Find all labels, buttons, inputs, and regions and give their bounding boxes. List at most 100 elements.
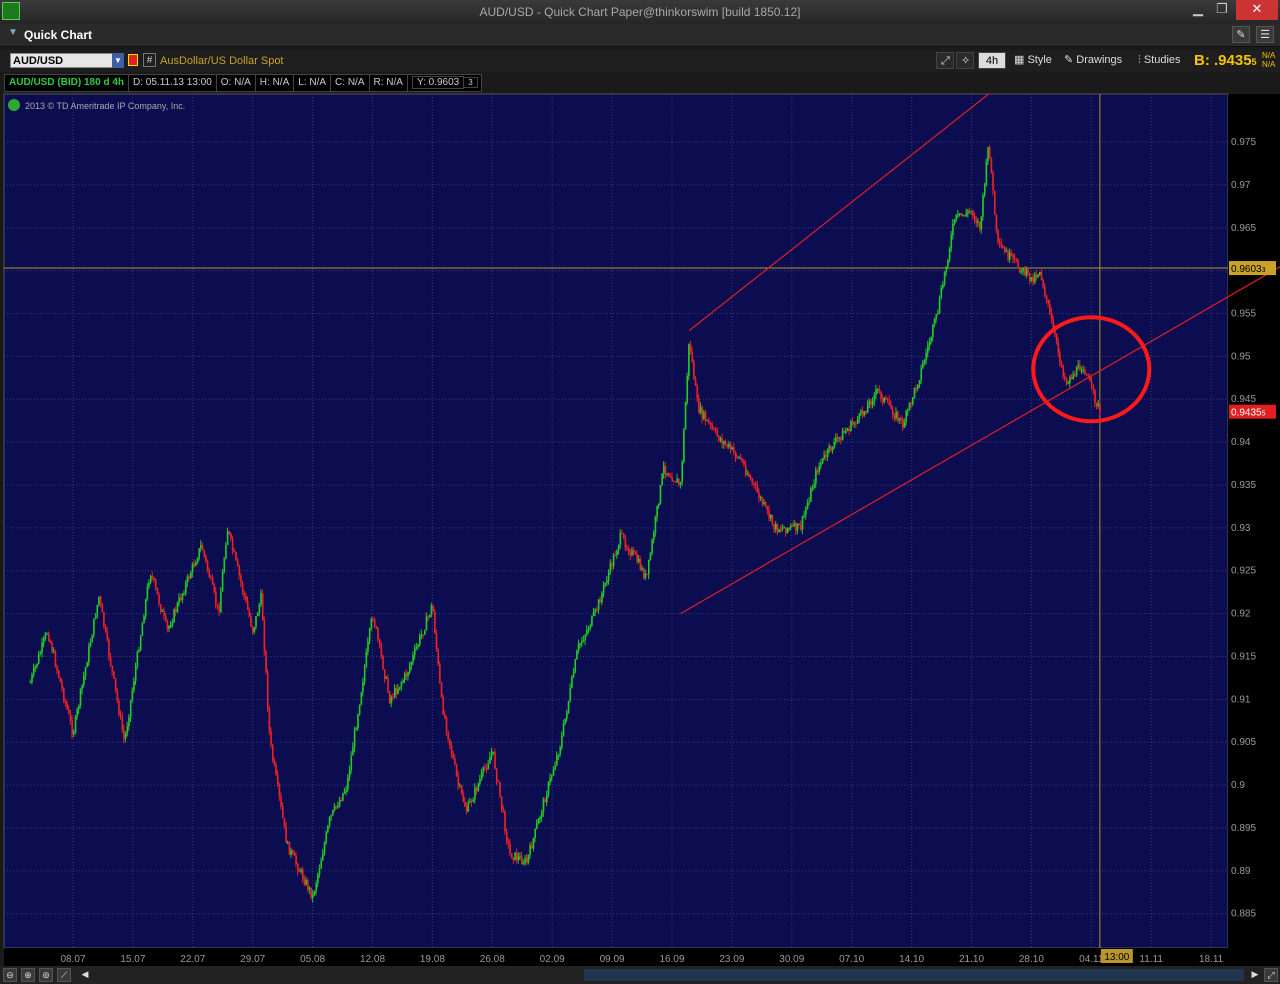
candle-body bbox=[507, 840, 510, 844]
panel-header: ▼ Quick Chart ✎ ☰ bbox=[0, 24, 1280, 47]
candle-body bbox=[78, 705, 80, 710]
candle-body bbox=[393, 687, 396, 698]
y-tick-label: 0.965 bbox=[1231, 223, 1256, 234]
candle-body bbox=[525, 857, 528, 863]
candle-body bbox=[220, 591, 222, 613]
candle-body bbox=[845, 430, 847, 433]
candle-body bbox=[310, 887, 312, 898]
candle-body bbox=[208, 569, 211, 578]
collapse-arrow-icon[interactable]: ▼ bbox=[8, 27, 18, 38]
candle-body bbox=[741, 459, 744, 462]
y-tick-label: 0.945 bbox=[1231, 394, 1256, 405]
candle-body bbox=[143, 616, 145, 624]
candle-body bbox=[532, 838, 535, 849]
candle-body bbox=[36, 663, 38, 667]
candle-body bbox=[188, 576, 190, 579]
candle-body bbox=[586, 629, 588, 635]
wrench-icon[interactable]: ✧ bbox=[956, 52, 974, 69]
y-tick-label: 0.905 bbox=[1231, 737, 1256, 748]
candle-body bbox=[935, 313, 938, 320]
expand-icon[interactable]: ⤢ bbox=[1264, 968, 1278, 982]
link-color-icon[interactable] bbox=[128, 54, 138, 66]
scroll-left-icon[interactable]: ◀ bbox=[78, 968, 92, 982]
candle-body bbox=[509, 843, 511, 854]
zoom-in-icon[interactable]: ⊕ bbox=[21, 968, 35, 982]
symbol-dropdown-icon[interactable]: ▼ bbox=[112, 53, 124, 68]
candle-body bbox=[629, 552, 632, 556]
candle-body bbox=[651, 540, 653, 554]
candle-body bbox=[360, 692, 363, 705]
candle-body bbox=[412, 654, 414, 663]
y-tick-label: 0.92 bbox=[1231, 609, 1251, 620]
candle-body bbox=[210, 577, 212, 579]
hash-icon[interactable]: # bbox=[143, 53, 156, 67]
price-chart[interactable]: 0.885 0.89 0.895 0.9 0.905 0.91 0.915 0.92 0.925… bbox=[0, 92, 1280, 966]
candle-body bbox=[54, 651, 57, 667]
candle-body bbox=[541, 812, 543, 817]
candle-body bbox=[850, 421, 852, 431]
candle-body bbox=[895, 411, 897, 419]
candle-body bbox=[243, 591, 246, 597]
candle-body bbox=[1079, 364, 1081, 372]
zoom-out-icon[interactable]: ⊖ bbox=[3, 968, 17, 982]
candle-body bbox=[1095, 402, 1098, 406]
candle-body bbox=[434, 611, 436, 633]
candle-body bbox=[587, 628, 590, 630]
candle-body bbox=[385, 677, 388, 679]
candle-body bbox=[156, 587, 159, 595]
y-tick-label: 0.93 bbox=[1231, 523, 1251, 534]
candle-body bbox=[1017, 260, 1019, 267]
candle-body bbox=[226, 531, 229, 546]
na-top: N/A bbox=[1262, 51, 1276, 60]
candle-body bbox=[624, 537, 627, 549]
candle-body bbox=[325, 832, 328, 844]
candle-body bbox=[766, 506, 769, 511]
candle-body bbox=[407, 672, 409, 677]
pin-icon[interactable]: ✎ bbox=[1232, 26, 1250, 43]
drawing-tool-icon[interactable]: ⟋ bbox=[57, 968, 71, 982]
candle-body bbox=[1005, 250, 1008, 252]
studies-menu[interactable]: ⫶ Studies bbox=[1134, 52, 1185, 69]
candle-body bbox=[74, 716, 77, 733]
candle-body bbox=[181, 593, 184, 600]
symbol-description: AusDollar/US Dollar Spot bbox=[160, 55, 284, 67]
price-label-text: 0.94355 bbox=[1231, 408, 1266, 419]
menu-icon[interactable]: ☰ bbox=[1256, 26, 1274, 43]
candle-body bbox=[835, 437, 837, 442]
candle-body bbox=[865, 411, 867, 413]
candle-body bbox=[703, 411, 705, 419]
candle-body bbox=[688, 343, 690, 377]
symbol-input[interactable]: AUD/USD bbox=[10, 53, 124, 68]
candle-body bbox=[1037, 274, 1040, 278]
candle-body bbox=[947, 260, 949, 267]
candle-body bbox=[268, 707, 271, 732]
candle-body bbox=[686, 376, 689, 403]
candle-body bbox=[353, 730, 356, 748]
candle-body bbox=[539, 816, 541, 819]
crosshair-icon[interactable]: ⤢ bbox=[936, 52, 954, 69]
candle-body bbox=[159, 604, 162, 612]
restore-button[interactable]: ❐ bbox=[1212, 0, 1232, 20]
x-tick-label: 11.11 bbox=[1139, 954, 1163, 965]
timeframe-button[interactable]: 4h bbox=[978, 52, 1006, 69]
candle-body bbox=[592, 612, 595, 616]
candle-body bbox=[1032, 277, 1035, 283]
candle-body bbox=[475, 787, 478, 792]
candle-body bbox=[846, 428, 849, 431]
style-menu[interactable]: ▦ Style bbox=[1010, 52, 1056, 69]
scroll-right-icon[interactable]: ▶ bbox=[1248, 968, 1262, 982]
chart-info-bar: AUD/USD (BID) 180 d 4h D: 05.11.13 13:00… bbox=[4, 74, 482, 92]
candle-body bbox=[303, 879, 306, 885]
candle-body bbox=[1094, 390, 1096, 403]
x-tick-label: 16.09 bbox=[659, 954, 684, 965]
close-button[interactable]: ✕ bbox=[1236, 0, 1278, 20]
candle-body bbox=[76, 709, 79, 717]
candle-body bbox=[454, 758, 456, 765]
zoom-reset-icon[interactable]: ⊚ bbox=[39, 968, 53, 982]
horizontal-scrollbar[interactable] bbox=[584, 969, 1244, 981]
minimize-button[interactable]: ▁ bbox=[1188, 0, 1208, 20]
candle-body bbox=[825, 454, 827, 458]
drawings-menu[interactable]: ✎ Drawings bbox=[1060, 52, 1126, 69]
window-title-bar: AUD/USD - Quick Chart Paper@thinkorswim … bbox=[0, 0, 1280, 25]
na-stack: N/A N/A bbox=[1262, 51, 1275, 69]
